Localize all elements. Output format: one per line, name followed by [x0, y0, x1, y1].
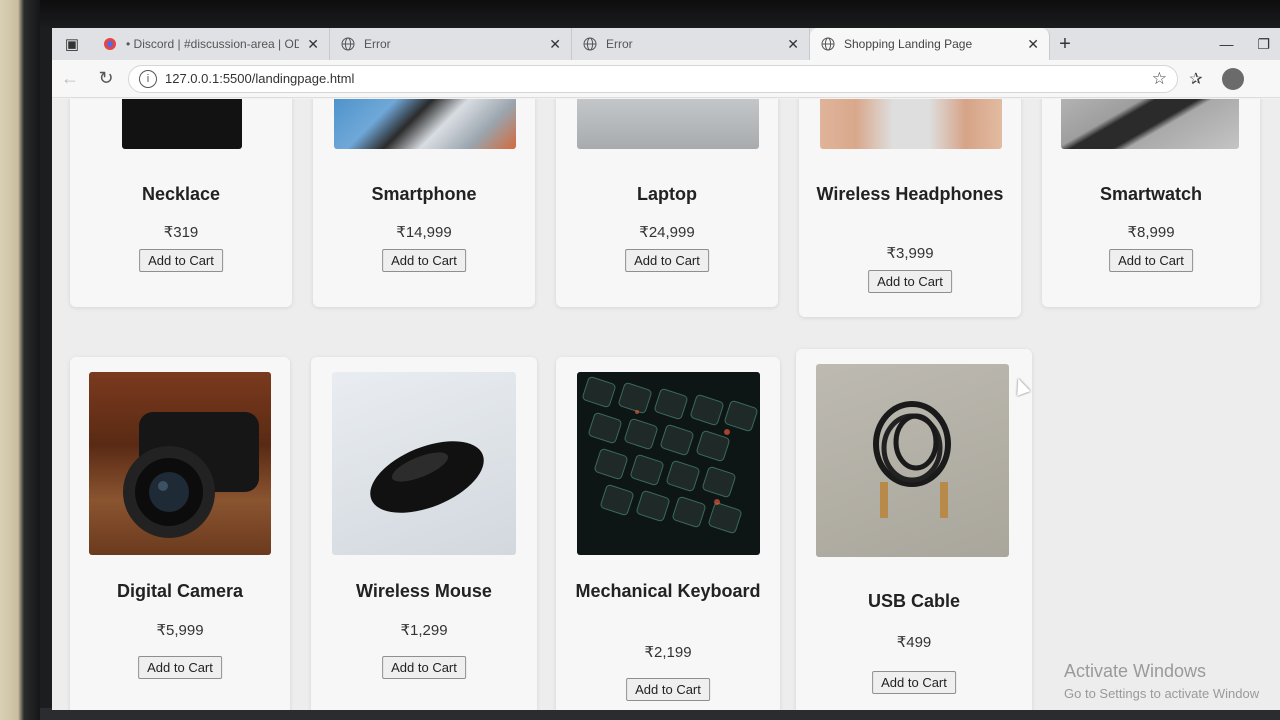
- tab-actions-icon[interactable]: ▣: [52, 28, 92, 60]
- add-to-cart-button[interactable]: Add to Cart: [868, 270, 952, 293]
- product-price: ₹14,999: [396, 224, 452, 241]
- close-tab-icon[interactable]: ✕: [1027, 36, 1039, 53]
- product-card: Wireless Headphones ₹3,999 Add to Cart: [799, 99, 1021, 317]
- tab-label: Error: [364, 37, 391, 51]
- minimize-icon[interactable]: —: [1219, 36, 1233, 53]
- product-price: ₹5,999: [156, 622, 204, 639]
- new-tab-icon[interactable]: +: [1050, 33, 1080, 56]
- tab-strip: ▣ • Discord | #discussion-area | OD( ✕ E…: [52, 28, 1280, 60]
- close-tab-icon[interactable]: ✕: [307, 36, 319, 53]
- product-image-wireless-mouse: [332, 372, 516, 555]
- product-name: Smartwatch: [1099, 184, 1203, 204]
- add-to-cart-button[interactable]: Add to Cart: [382, 249, 466, 272]
- product-price: ₹3,999: [886, 245, 934, 262]
- product-card: Necklace ₹319 Add to Cart: [70, 99, 292, 307]
- product-image-digital-camera: [89, 372, 271, 555]
- product-name: Laptop: [637, 184, 697, 204]
- add-to-cart-button[interactable]: Add to Cart: [138, 656, 222, 679]
- product-image-wireless-headphones: [820, 99, 1002, 149]
- browser-window: ▣ • Discord | #discussion-area | OD( ✕ E…: [52, 28, 1280, 710]
- product-name: Digital Camera: [116, 581, 244, 601]
- url-text: 127.0.0.1:5500/landingpage.html: [165, 71, 355, 86]
- add-to-cart-button[interactable]: Add to Cart: [625, 249, 709, 272]
- add-to-cart-button[interactable]: Add to Cart: [626, 678, 710, 701]
- globe-icon: [582, 36, 598, 52]
- add-to-cart-button[interactable]: Add to Cart: [139, 249, 223, 272]
- activate-windows-watermark: Activate Windows Go to Settings to activ…: [1064, 661, 1259, 701]
- tab-shopping-landing-page[interactable]: Shopping Landing Page ✕: [810, 28, 1050, 60]
- product-card: Digital Camera ₹5,999 Add to Cart: [70, 357, 290, 710]
- product-name: Mechanical Keyboard: [575, 581, 761, 601]
- product-price: ₹499: [896, 634, 932, 651]
- product-name: Wireless Headphones: [816, 184, 1004, 204]
- browser-toolbar: ← ↻ i 127.0.0.1:5500/landingpage.html ☆ …: [52, 60, 1280, 98]
- favorites-icon[interactable]: ✰: [1178, 69, 1214, 89]
- restore-icon[interactable]: ❐: [1257, 36, 1270, 53]
- product-card: Laptop ₹24,999 Add to Cart: [556, 99, 778, 307]
- add-to-cart-button[interactable]: Add to Cart: [872, 671, 956, 694]
- info-icon[interactable]: i: [139, 69, 157, 88]
- add-to-cart-button[interactable]: Add to Cart: [382, 656, 466, 679]
- favorite-star-icon[interactable]: ☆: [1152, 69, 1167, 89]
- reload-icon[interactable]: ↻: [88, 68, 124, 89]
- back-icon[interactable]: ←: [52, 68, 88, 89]
- product-name: Smartphone: [371, 184, 477, 204]
- product-image-smartwatch: [1061, 99, 1239, 149]
- product-price: ₹24,999: [639, 224, 695, 241]
- monitor-bezel-top: [40, 0, 1280, 28]
- product-price: ₹319: [163, 224, 199, 241]
- tab-error-2[interactable]: Error ✕: [572, 28, 810, 60]
- add-to-cart-button[interactable]: Add to Cart: [1109, 249, 1193, 272]
- window-controls: — ❐: [1219, 36, 1280, 53]
- monitor-bezel-left: [0, 0, 40, 720]
- close-tab-icon[interactable]: ✕: [787, 36, 799, 53]
- discord-icon: [102, 36, 118, 52]
- product-image-usb-cable: [816, 364, 1009, 557]
- tab-label: • Discord | #discussion-area | OD(: [126, 37, 300, 51]
- globe-icon: [820, 36, 836, 52]
- product-price: ₹8,999: [1127, 224, 1175, 241]
- tab-label: Shopping Landing Page: [844, 37, 973, 51]
- product-name: USB Cable: [867, 591, 961, 611]
- tab-label: Error: [606, 37, 633, 51]
- product-card: USB Cable ₹499 Add to Cart: [796, 349, 1032, 710]
- close-tab-icon[interactable]: ✕: [549, 36, 561, 53]
- watermark-title: Activate Windows: [1064, 661, 1207, 681]
- profile-avatar[interactable]: [1222, 67, 1244, 90]
- product-card: Smartphone ₹14,999 Add to Cart: [313, 99, 535, 307]
- product-image-mechanical-keyboard: [577, 372, 760, 555]
- product-name: Necklace: [141, 184, 221, 204]
- address-bar[interactable]: i 127.0.0.1:5500/landingpage.html ☆: [128, 64, 1178, 93]
- product-image-smartphone: [334, 99, 516, 149]
- product-image-necklace: [122, 99, 242, 149]
- product-image-laptop: [577, 99, 759, 149]
- globe-icon: [340, 36, 356, 52]
- product-price: ₹1,299: [400, 622, 448, 639]
- tab-discord[interactable]: • Discord | #discussion-area | OD( ✕: [92, 28, 330, 60]
- product-price: ₹2,199: [644, 644, 692, 661]
- landing-page: Necklace ₹319 Add to Cart Smartphone ₹14…: [52, 99, 1280, 710]
- product-card: Mechanical Keyboard ₹2,199 Add to Cart: [556, 357, 780, 710]
- product-name: Wireless Mouse: [356, 581, 492, 601]
- watermark-subtitle: Go to Settings to activate Window: [1064, 686, 1260, 701]
- product-card: Wireless Mouse ₹1,299 Add to Cart: [311, 357, 537, 710]
- product-card: Smartwatch ₹8,999 Add to Cart: [1042, 99, 1260, 307]
- tab-error-1[interactable]: Error ✕: [330, 28, 572, 60]
